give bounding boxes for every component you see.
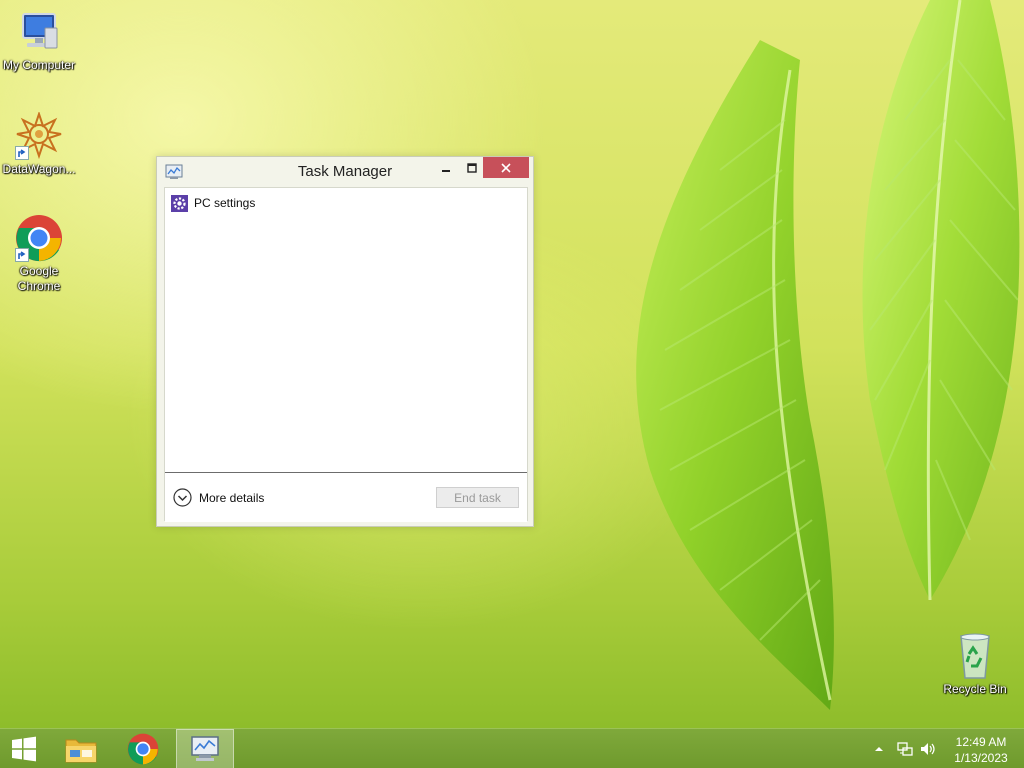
process-list[interactable]: PC settings — [165, 188, 527, 472]
network-icon — [897, 742, 913, 756]
file-explorer-icon — [65, 739, 97, 763]
speaker-icon — [921, 743, 935, 755]
chevron-down-icon — [173, 488, 192, 507]
taskbar: 12:49 AM 1/13/2023 — [0, 728, 1024, 768]
leaf-left — [636, 40, 834, 710]
network-button[interactable] — [897, 729, 915, 768]
gear-icon — [171, 194, 188, 212]
desktop-icon-recycle-bin[interactable]: Recycle Bin — [936, 632, 1014, 697]
clock-date: 1/13/2023 — [954, 751, 1008, 765]
desktop-icon-label: DataWagon... — [2, 162, 76, 176]
list-item[interactable]: PC settings — [171, 194, 255, 212]
end-task-button[interactable]: End task — [436, 487, 519, 508]
recycle-bin-icon — [951, 632, 999, 680]
process-name: PC settings — [194, 196, 256, 210]
task-manager-icon — [191, 736, 219, 761]
close-icon — [501, 162, 511, 173]
desktop-icon-label: Google Chrome — [17, 264, 61, 293]
clock[interactable]: 12:49 AM 1/13/2023 — [944, 734, 1018, 766]
show-hidden-icons-button[interactable] — [874, 729, 888, 768]
shortcut-arrow-icon — [15, 146, 29, 160]
maximize-icon — [467, 162, 477, 173]
minimize-icon — [442, 169, 450, 172]
datawagon-icon — [15, 110, 63, 160]
desktop-icon-my-computer[interactable]: My Computer — [0, 8, 78, 73]
minimize-button[interactable] — [433, 157, 459, 178]
desktop-icon-label: Recycle Bin — [943, 682, 1007, 696]
task-manager-content: PC settings More details End task — [164, 187, 528, 522]
desktop-icon-label: My Computer — [2, 58, 76, 72]
taskbar-task-manager[interactable] — [176, 729, 234, 768]
leaf-right — [862, 0, 1020, 600]
chrome-icon — [15, 214, 63, 262]
chevron-up-icon — [875, 747, 883, 751]
computer-icon — [15, 8, 63, 56]
desktop-icon-datawagon[interactable]: DataWagon... — [0, 110, 78, 177]
footer-bar: More details End task — [165, 472, 527, 522]
more-details-label: More details — [199, 490, 265, 505]
clock-time: 12:49 AM — [955, 735, 1007, 749]
chrome-icon — [127, 733, 159, 765]
start-button[interactable] — [0, 729, 48, 768]
title-bar[interactable]: Task Manager — [157, 157, 533, 187]
maximize-button[interactable] — [459, 157, 485, 178]
close-button[interactable] — [483, 157, 529, 178]
taskbar-file-explorer[interactable] — [56, 729, 106, 768]
taskbar-chrome[interactable] — [118, 729, 168, 768]
task-manager-window[interactable]: Task Manager PC settings More details En… — [156, 156, 534, 527]
windows-start-icon — [12, 736, 36, 762]
desktop-icon-google-chrome[interactable]: Google Chrome — [0, 214, 78, 294]
more-details-toggle[interactable]: More details — [173, 488, 264, 507]
volume-button[interactable] — [920, 729, 938, 768]
shortcut-arrow-icon — [15, 248, 29, 262]
